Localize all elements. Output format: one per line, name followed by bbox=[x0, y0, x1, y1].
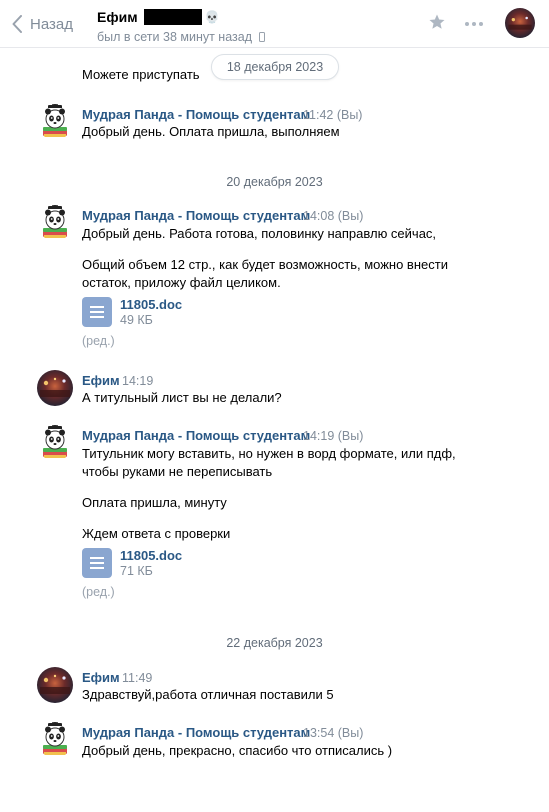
edited-mark[interactable]: (ред.) bbox=[82, 585, 115, 599]
message-text: Общий объем 12 стр., как будет возможнос… bbox=[82, 257, 448, 272]
previous-message-text: Можете приступать bbox=[82, 67, 200, 82]
message-time[interactable]: 14:08 (Вы) bbox=[303, 209, 363, 223]
date-separator: 20 декабря 2023 bbox=[226, 175, 323, 189]
avatar[interactable] bbox=[37, 205, 73, 241]
avatar[interactable] bbox=[37, 104, 73, 140]
message-text: Ждем ответа с проверки bbox=[82, 526, 231, 541]
message-text: Добрый день. Работа готова, половинку на… bbox=[82, 226, 437, 241]
avatar[interactable] bbox=[37, 370, 73, 406]
floating-date-pill: 18 декабря 2023 bbox=[211, 54, 339, 80]
message-author[interactable]: Мудрая Панда - Помощь студентам bbox=[82, 725, 310, 740]
more-dots-icon[interactable] bbox=[465, 22, 483, 26]
message-time[interactable]: 11:49 bbox=[122, 671, 152, 685]
avatar[interactable] bbox=[37, 667, 73, 703]
message-time[interactable]: 11:42 (Вы) bbox=[303, 108, 362, 122]
message-author[interactable]: Мудрая Панда - Помощь студентам bbox=[82, 107, 310, 122]
message-author[interactable]: Мудрая Панда - Помощь студентам bbox=[82, 428, 310, 443]
mobile-phone-icon bbox=[259, 32, 265, 42]
document-size: 49 КБ bbox=[120, 313, 153, 327]
message-text: Добрый день, прекрасно, спасибо что отпи… bbox=[82, 743, 393, 758]
back-button[interactable]: Назад bbox=[12, 12, 73, 36]
message-text: Здравствуй,работа отличная поставили 5 bbox=[82, 687, 334, 702]
message-time[interactable]: 13:54 (Вы) bbox=[303, 726, 363, 740]
message-text: А титульный лист вы не делали? bbox=[82, 390, 282, 405]
document-name[interactable]: 11805.doc bbox=[120, 548, 182, 563]
message-text: Оплата пришла, минуту bbox=[82, 495, 227, 510]
document-size: 71 КБ bbox=[120, 564, 153, 578]
message-author[interactable]: Ефим bbox=[82, 670, 120, 685]
last-seen-text: был в сети 38 минут назад bbox=[97, 30, 252, 44]
peer-name[interactable]: Ефим bbox=[97, 9, 138, 25]
peer-status: был в сети 38 минут назад bbox=[97, 30, 265, 44]
skull-emoji-icon: 💀 bbox=[204, 10, 220, 24]
document-icon bbox=[82, 297, 112, 327]
document-name[interactable]: 11805.doc bbox=[120, 297, 182, 312]
message-text: чтобы руками не переписывать bbox=[82, 464, 273, 479]
message-text: остаток, приложу файл целиком. bbox=[82, 275, 281, 290]
avatar[interactable] bbox=[37, 425, 73, 461]
document-attachment[interactable]: 11805.doc 71 КБ bbox=[82, 548, 282, 580]
message-text: Титульник могу вставить, но нужен в ворд… bbox=[82, 446, 456, 461]
edited-mark[interactable]: (ред.) bbox=[82, 334, 115, 348]
redacted-block bbox=[143, 9, 202, 25]
document-icon bbox=[82, 548, 112, 578]
peer-info[interactable]: Ефим 💀 был в сети 38 минут назад bbox=[97, 8, 265, 44]
message-time[interactable]: 14:19 bbox=[122, 374, 153, 388]
message-author[interactable]: Мудрая Панда - Помощь студентам bbox=[82, 208, 310, 223]
star-icon[interactable] bbox=[428, 13, 446, 31]
peer-avatar[interactable] bbox=[505, 8, 535, 38]
date-separator: 22 декабря 2023 bbox=[226, 636, 323, 650]
document-attachment[interactable]: 11805.doc 49 КБ bbox=[82, 297, 282, 329]
message-time[interactable]: 14:19 (Вы) bbox=[303, 429, 363, 443]
chevron-left-icon bbox=[12, 15, 22, 33]
chat-header: Назад Ефим 💀 был в сети 38 минут назад bbox=[0, 0, 549, 48]
message-text: Добрый день. Оплата пришла, выполняем bbox=[82, 124, 340, 139]
message-author[interactable]: Ефим bbox=[82, 373, 120, 388]
back-label: Назад bbox=[30, 15, 73, 33]
avatar[interactable] bbox=[37, 722, 73, 758]
